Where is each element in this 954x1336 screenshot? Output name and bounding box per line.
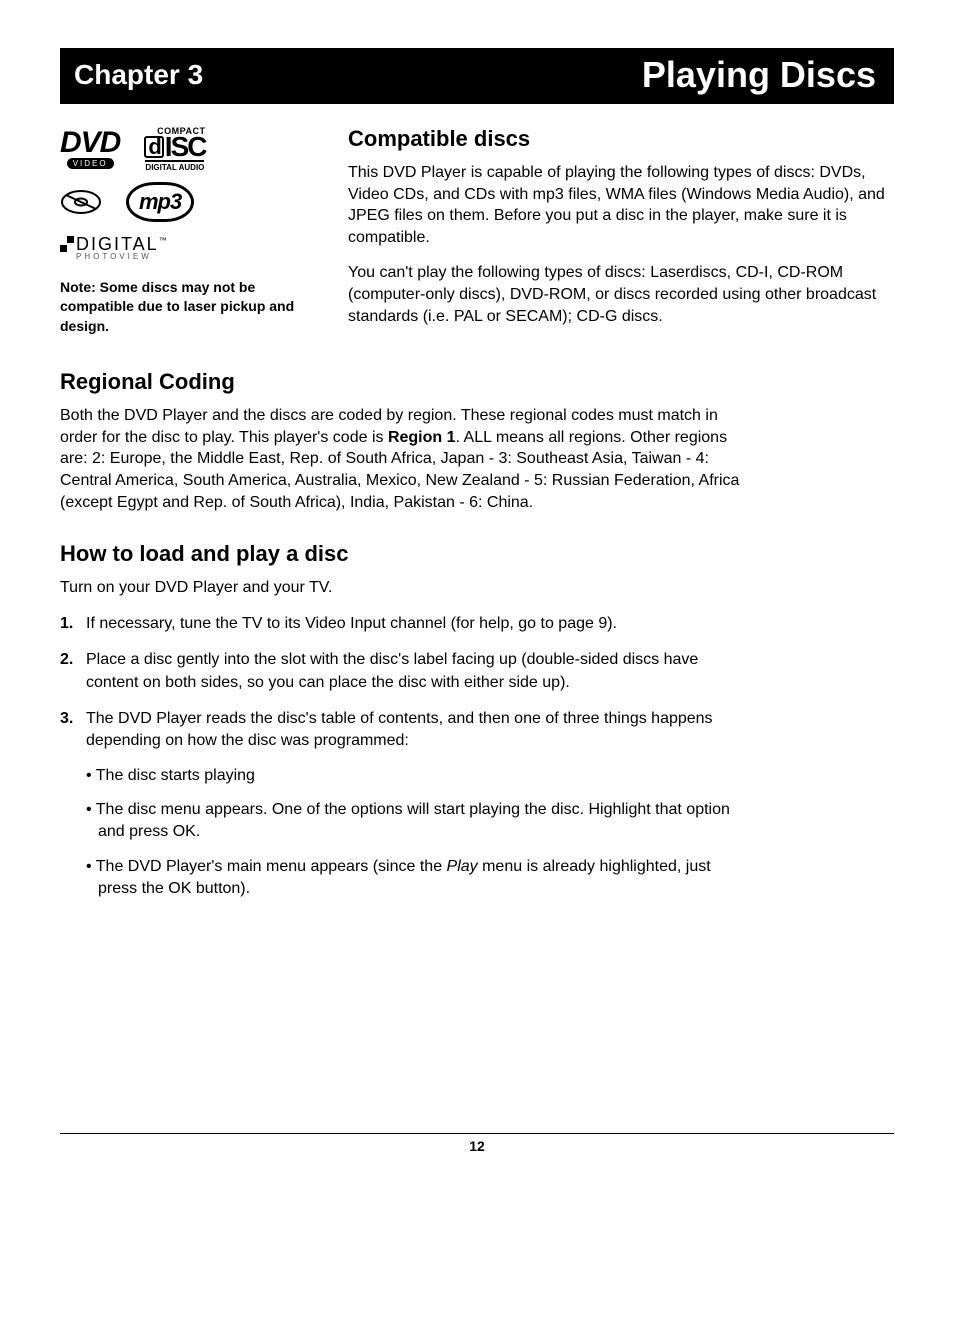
step-2: 2. Place a disc gently into the slot wit…: [60, 649, 750, 694]
dvd-video-logo: DVD VIDEO: [60, 129, 120, 169]
step-3: 3. The DVD Player reads the disc's table…: [60, 708, 750, 913]
regional-coding-body: Both the DVD Player and the discs are co…: [60, 405, 750, 513]
disc-icon: [60, 187, 102, 217]
how-to-intro: Turn on your DVD Player and your TV.: [60, 577, 750, 599]
bullet-1: The disc starts playing: [86, 765, 750, 787]
compatibility-note: Note: Some discs may not be compatible d…: [60, 278, 320, 337]
bullet-2: The disc menu appears. One of the option…: [86, 799, 750, 844]
chapter-header: Chapter 3 Playing Discs: [60, 48, 894, 104]
step-3-bullets: The disc starts playing The disc menu ap…: [86, 765, 750, 901]
how-to-steps: 1. If necessary, tune the TV to its Vide…: [60, 613, 750, 913]
regional-coding-heading: Regional Coding: [60, 369, 894, 395]
chapter-number: Chapter 3: [74, 59, 203, 91]
bullet-3: The DVD Player's main menu appears (sinc…: [86, 856, 750, 901]
mp3-logo: mp3: [126, 182, 194, 222]
step-1: 1. If necessary, tune the TV to its Vide…: [60, 613, 750, 635]
digital-squares-icon: [60, 236, 74, 252]
page-footer: 12: [60, 1133, 894, 1154]
compact-disc-logo: COMPACT dISC DIGITAL AUDIO: [144, 126, 205, 172]
compatible-discs-p2: You can't play the following types of di…: [348, 262, 894, 327]
how-to-load-heading: How to load and play a disc: [60, 541, 894, 567]
compatible-discs-section: Compatible discs This DVD Player is capa…: [348, 126, 894, 341]
page-number: 12: [469, 1138, 485, 1154]
chapter-title: Playing Discs: [642, 54, 876, 96]
digital-photoview-logo: DIGITAL™ PHOTOVIEW: [60, 236, 320, 259]
compatible-discs-heading: Compatible discs: [348, 126, 894, 152]
compatible-discs-p1: This DVD Player is capable of playing th…: [348, 162, 894, 248]
logos-column: DVD VIDEO COMPACT dISC DIGITAL AUDIO mp3: [60, 126, 320, 341]
